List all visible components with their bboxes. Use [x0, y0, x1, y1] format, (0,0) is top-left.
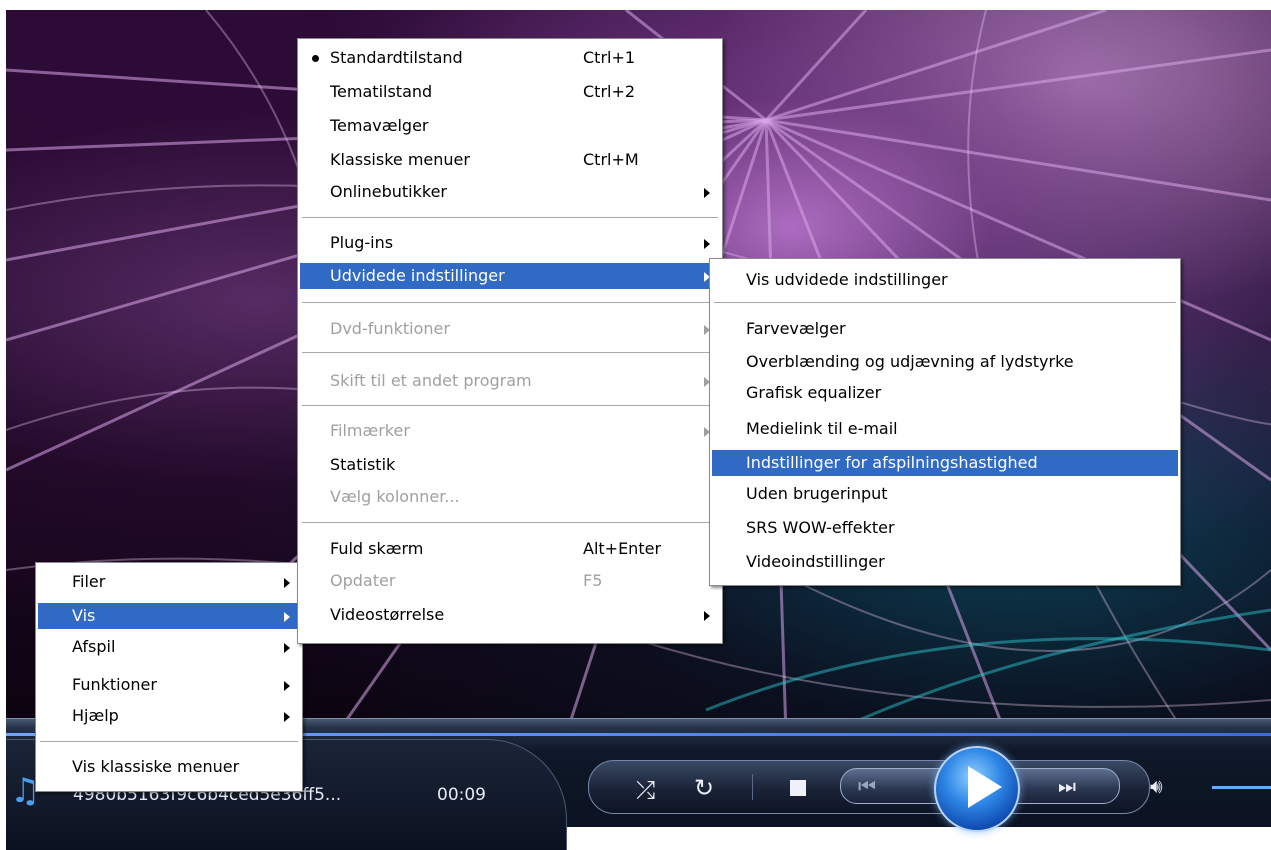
- menu-item-label: Afspil: [72, 637, 116, 656]
- submenu-arrow-icon: [284, 681, 290, 691]
- menu-item-shortcut: Ctrl+M: [583, 150, 639, 169]
- menu-item-tematilstand[interactable]: Tematilstand Ctrl+2: [300, 79, 720, 105]
- menu-item-label: Standardtilstand: [330, 48, 463, 67]
- menu-item-label: Vælg kolonner...: [330, 487, 460, 506]
- menu-item-afspilningshastighed[interactable]: Indstillinger for afspilningshastighed: [712, 450, 1178, 476]
- menu-item-label: Opdater: [330, 571, 396, 590]
- menu-item-filer[interactable]: Filer: [38, 569, 300, 595]
- menu-item-standardtilstand[interactable]: Standardtilstand Ctrl+1: [300, 45, 720, 71]
- menu-item-klassiske-menuer[interactable]: Klassiske menuer Ctrl+M: [300, 147, 720, 173]
- menu-item-vaelg-kolonner: Vælg kolonner...: [300, 484, 720, 510]
- play-icon: [968, 766, 1002, 808]
- menu-item-label: Dvd-funktioner: [330, 319, 450, 338]
- submenu-arrow-icon: [284, 643, 290, 653]
- menu-item-label: Uden brugerinput: [746, 484, 888, 503]
- menu-separator: [714, 302, 1176, 304]
- menu-item-label: Filer: [72, 572, 106, 591]
- menu-item-label: Grafisk equalizer: [746, 383, 882, 402]
- menu-item-label: Videostørrelse: [330, 605, 445, 624]
- menu-item-farvevaelger[interactable]: Farvevælger: [712, 316, 1178, 342]
- menu-item-fuld-skaerm[interactable]: Fuld skærm Alt+Enter: [300, 536, 720, 562]
- menu-item-dvd-funktioner: Dvd-funktioner: [300, 316, 720, 342]
- stop-icon[interactable]: [790, 780, 806, 796]
- menu-item-hjaelp[interactable]: Hjælp: [38, 703, 300, 729]
- menu-item-label: Vis: [72, 606, 96, 625]
- menu-item-videostorrelse[interactable]: Videostørrelse: [300, 602, 720, 628]
- menu-item-label: Vis klassiske menuer: [72, 757, 240, 776]
- menu-item-skift-program: Skift til et andet program: [300, 368, 720, 394]
- menu-item-vis-udvidede-indstillinger[interactable]: Vis udvidede indstillinger: [712, 267, 1178, 293]
- menu-item-label: Farvevælger: [746, 319, 846, 338]
- menu-item-label: Indstillinger for afspilningshastighed: [746, 453, 1038, 472]
- menu-item-label: Overblænding og udjævning af lydstyrke: [746, 352, 1074, 371]
- control-divider: [752, 774, 753, 800]
- menu-item-vis[interactable]: Vis: [38, 603, 300, 629]
- submenu-vis: Standardtilstand Ctrl+1 Tematilstand Ctr…: [297, 38, 723, 644]
- shuffle-icon[interactable]: ⤮: [636, 778, 655, 802]
- menu-item-label: SRS WOW-effekter: [746, 518, 895, 537]
- menu-item-label: Videoindstillinger: [746, 552, 885, 571]
- menu-item-plug-ins[interactable]: Plug-ins: [300, 230, 720, 256]
- menu-item-filmaerker: Filmærker: [300, 418, 720, 444]
- menu-item-statistik[interactable]: Statistik: [300, 452, 720, 478]
- menu-item-funktioner[interactable]: Funktioner: [38, 672, 300, 698]
- menu-item-label: Udvidede indstillinger: [330, 266, 505, 285]
- menu-separator: [302, 352, 718, 354]
- menu-item-afspil[interactable]: Afspil: [38, 634, 300, 660]
- menu-separator: [302, 302, 718, 304]
- submenu-udvidede-indstillinger: Vis udvidede indstillinger Farvevælger O…: [709, 258, 1181, 586]
- menu-item-opdater: Opdater F5: [300, 568, 720, 594]
- menu-separator: [302, 217, 718, 219]
- menu-item-shortcut: Ctrl+1: [583, 48, 636, 67]
- submenu-arrow-icon: [284, 578, 290, 588]
- volume-slider[interactable]: [1212, 786, 1271, 789]
- menu-item-overblaending[interactable]: Overblænding og udjævning af lydstyrke: [712, 349, 1178, 375]
- context-menu-root: Filer Vis Afspil Funktioner Hjælp Vis kl…: [35, 562, 303, 792]
- menu-item-label: Temavælger: [330, 116, 429, 135]
- submenu-arrow-icon: [284, 612, 290, 622]
- menu-item-onlinebutikker[interactable]: Onlinebutikker: [300, 179, 720, 205]
- menu-item-videoindstillinger[interactable]: Videoindstillinger: [712, 549, 1178, 575]
- submenu-arrow-icon: [284, 712, 290, 722]
- menu-item-label: Statistik: [330, 455, 396, 474]
- menu-item-grafisk-equalizer[interactable]: Grafisk equalizer: [712, 380, 1178, 406]
- menu-item-label: Hjælp: [72, 706, 119, 725]
- menu-item-uden-brugerinput[interactable]: Uden brugerinput: [712, 481, 1178, 507]
- menu-separator: [40, 741, 298, 743]
- menu-item-label: Funktioner: [72, 675, 157, 694]
- menu-item-temavaelger[interactable]: Temavælger: [300, 113, 720, 139]
- submenu-arrow-icon: [704, 611, 710, 621]
- menu-item-vis-klassiske-menuer[interactable]: Vis klassiske menuer: [38, 754, 300, 780]
- speaker-icon[interactable]: 🔊︎: [1150, 776, 1163, 796]
- menu-item-shortcut: Alt+Enter: [583, 539, 662, 558]
- menu-item-label: Klassiske menuer: [330, 150, 470, 169]
- submenu-arrow-icon: [704, 188, 710, 198]
- menu-item-shortcut: Ctrl+2: [583, 82, 636, 101]
- repeat-icon[interactable]: ↻: [694, 776, 714, 800]
- next-icon[interactable]: ⏭: [1058, 776, 1076, 796]
- menu-item-medielink-email[interactable]: Medielink til e-mail: [712, 416, 1178, 442]
- menu-item-label: Medielink til e-mail: [746, 419, 898, 438]
- submenu-arrow-icon: [704, 239, 710, 249]
- menu-separator: [302, 522, 718, 524]
- menu-item-label: Fuld skærm: [330, 539, 424, 558]
- menu-item-label: Vis udvidede indstillinger: [746, 270, 948, 289]
- menu-item-udvidede-indstillinger[interactable]: Udvidede indstillinger: [300, 263, 720, 289]
- menu-item-label: Onlinebutikker: [330, 182, 448, 201]
- menu-separator: [302, 405, 718, 407]
- menu-item-label: Plug-ins: [330, 233, 394, 252]
- menu-item-srs-wow-effekter[interactable]: SRS WOW-effekter: [712, 515, 1178, 541]
- menu-item-label: Tematilstand: [330, 82, 433, 101]
- selected-radio-icon: [312, 55, 319, 62]
- menu-item-label: Filmærker: [330, 421, 410, 440]
- menu-item-shortcut: F5: [583, 571, 603, 590]
- menu-item-label: Skift til et andet program: [330, 371, 532, 390]
- elapsed-time: 00:09: [437, 785, 486, 805]
- previous-icon[interactable]: ⏮: [858, 776, 876, 796]
